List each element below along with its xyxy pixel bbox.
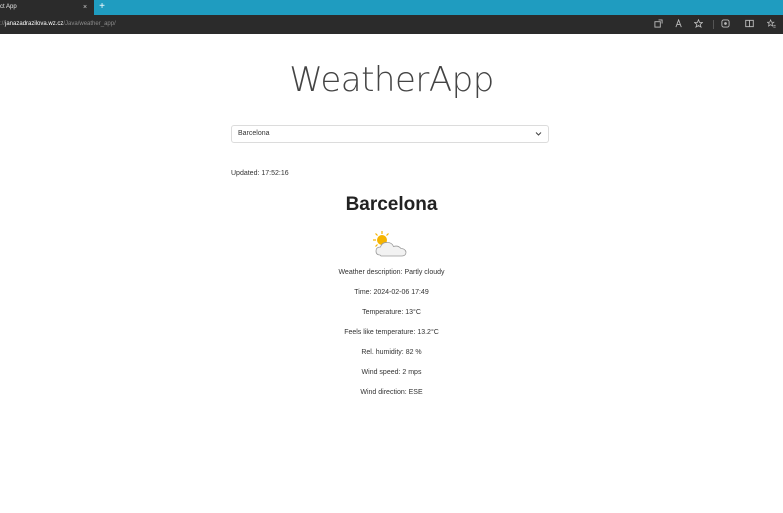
- share-icon[interactable]: [653, 19, 664, 30]
- tab-title: ct App: [0, 4, 17, 10]
- close-icon[interactable]: ×: [83, 0, 87, 15]
- extensions-icon[interactable]: [720, 19, 731, 30]
- read-aloud-icon[interactable]: [674, 18, 685, 30]
- browser-tab-bar: ct App × +: [0, 0, 783, 15]
- browser-tab[interactable]: ct App ×: [0, 0, 94, 15]
- feels-like-temperature: Feels like temperature: 13.2°C: [344, 329, 439, 336]
- favorite-star-icon[interactable]: [693, 18, 704, 30]
- wind-speed: Wind speed: 2 mps: [361, 369, 422, 376]
- page-content: WeatherApp Barcelona Updated: 17:52:16 B…: [0, 34, 783, 513]
- address-bar[interactable]: ://janazadrazilova.wz.cz/Java/weather_ap…: [0, 15, 783, 34]
- new-tab-button[interactable]: +: [97, 0, 107, 15]
- url-host: janazadrazilova.wz.cz: [5, 21, 64, 27]
- partly-cloudy-icon: [370, 230, 410, 260]
- url-field[interactable]: ://janazadrazilova.wz.cz/Java/weather_ap…: [0, 15, 116, 34]
- observation-time: Time: 2024-02-06 17:49: [354, 289, 429, 296]
- city-select[interactable]: Barcelona: [231, 125, 549, 143]
- city-heading: Barcelona: [345, 194, 438, 215]
- city-select-value: Barcelona: [238, 130, 270, 137]
- url-path: /Java/weather_app/: [63, 21, 116, 27]
- weather-description: Weather description: Partly cloudy: [338, 269, 445, 276]
- toolbar-divider: [713, 20, 714, 29]
- page-title: WeatherApp: [289, 60, 494, 100]
- favorites-bar-icon[interactable]: [766, 18, 777, 30]
- split-screen-icon[interactable]: [744, 19, 755, 30]
- chevron-down-icon: [535, 126, 542, 148]
- relative-humidity: Rel. humidity: 82 %: [361, 349, 422, 356]
- updated-timestamp: Updated: 17:52:16: [231, 170, 289, 177]
- wind-direction: Wind direction: ESE: [360, 389, 423, 396]
- temperature: Temperature: 13°C: [362, 309, 421, 316]
